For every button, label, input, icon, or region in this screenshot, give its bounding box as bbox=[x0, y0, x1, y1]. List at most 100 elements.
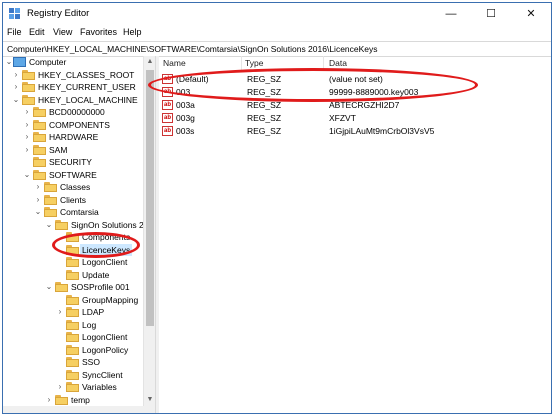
expand-icon[interactable]: › bbox=[12, 81, 20, 93]
folder-icon bbox=[55, 282, 68, 292]
folder-icon bbox=[66, 269, 79, 280]
value-row-003g[interactable]: ab 003g REG_SZ XFZVT bbox=[159, 112, 551, 124]
expand-icon[interactable]: › bbox=[56, 306, 64, 318]
menu-edit[interactable]: Edit bbox=[29, 27, 45, 37]
tree-item-label: LicenceKeys bbox=[80, 243, 133, 256]
value-data: XFZVT bbox=[329, 113, 356, 123]
value-row-003s[interactable]: ab 003s REG_SZ 1iGjpiLAuMt9mCrbOl3VsV5 bbox=[159, 125, 551, 137]
value-type: REG_SZ bbox=[247, 113, 282, 123]
tree-item-label: SignOn Solutions 2 bbox=[71, 219, 144, 230]
folder-icon bbox=[66, 294, 79, 305]
folder-icon bbox=[33, 132, 46, 142]
column-header-type[interactable]: Type bbox=[245, 58, 263, 68]
folder-icon bbox=[66, 307, 79, 317]
column-header-name[interactable]: Name bbox=[163, 58, 186, 68]
tree-item-label: HKEY_LOCAL_MACHINE bbox=[38, 94, 138, 105]
string-value-icon: ab bbox=[162, 126, 173, 136]
value-name: 003a bbox=[176, 100, 195, 110]
tree-item-label: SAM bbox=[49, 144, 68, 155]
value-data: ABTECRGZHI2D7 bbox=[329, 100, 400, 110]
close-button[interactable]: ✕ bbox=[511, 3, 551, 25]
tree-item-label: LogonClient bbox=[82, 257, 128, 267]
tree-item-label: SyncClient bbox=[82, 369, 123, 380]
registry-editor-icon bbox=[9, 8, 20, 19]
tree-item-label: LogonClient bbox=[82, 332, 128, 342]
string-value-icon: ab bbox=[162, 87, 173, 97]
string-value-icon: ab bbox=[162, 74, 173, 84]
column-header-data[interactable]: Data bbox=[329, 58, 347, 68]
expand-icon[interactable]: › bbox=[56, 381, 64, 393]
collapse-icon[interactable]: ⌄ bbox=[23, 169, 31, 181]
menu-file[interactable]: File bbox=[7, 27, 22, 37]
tree-item-label: SECURITY bbox=[49, 157, 92, 167]
tree-item-label: Computer bbox=[29, 57, 67, 67]
expand-icon[interactable]: ⌄ bbox=[5, 56, 13, 68]
column-separator[interactable] bbox=[323, 56, 324, 70]
string-value-icon: ab bbox=[162, 100, 173, 110]
value-name: (Default) bbox=[176, 74, 209, 84]
title-bar[interactable]: Registry Editor — ☐ ✕ bbox=[3, 3, 551, 25]
folder-icon bbox=[66, 332, 79, 342]
tree-item-label: Log bbox=[82, 319, 97, 330]
collapse-icon[interactable]: ⌄ bbox=[45, 219, 53, 231]
collapse-icon[interactable]: ⌄ bbox=[12, 94, 20, 106]
expand-icon[interactable]: › bbox=[34, 181, 42, 193]
menu-bar: File Edit View Favorites Help bbox=[3, 25, 551, 41]
expand-icon[interactable]: › bbox=[23, 144, 31, 156]
window-title: Registry Editor bbox=[27, 8, 90, 19]
value-row-default[interactable]: ab (Default) REG_SZ (value not set) bbox=[159, 73, 551, 85]
tree-item-label: Clients bbox=[60, 194, 86, 205]
folder-icon bbox=[66, 244, 79, 255]
folder-icon bbox=[66, 382, 79, 392]
column-separator[interactable] bbox=[241, 56, 242, 70]
expand-icon[interactable]: › bbox=[23, 106, 31, 118]
folder-icon bbox=[22, 69, 35, 80]
value-name: 003 bbox=[176, 87, 191, 97]
string-value-icon: ab bbox=[162, 113, 173, 123]
computer-icon bbox=[13, 57, 26, 67]
folder-icon bbox=[66, 369, 79, 380]
tree-horizontal-scrollbar[interactable] bbox=[3, 406, 155, 413]
value-type: REG_SZ bbox=[247, 74, 282, 84]
menu-view[interactable]: View bbox=[53, 27, 72, 37]
menu-help[interactable]: Help bbox=[123, 27, 142, 37]
expand-icon[interactable]: › bbox=[45, 394, 53, 406]
tree-item-label: HKEY_CURRENT_USER bbox=[38, 82, 136, 92]
expand-icon[interactable]: › bbox=[34, 194, 42, 206]
folder-icon bbox=[44, 194, 57, 205]
address-bar[interactable]: Computer\HKEY_LOCAL_MACHINE\SOFTWARE\Com… bbox=[3, 41, 551, 57]
value-row-003[interactable]: ab 003 REG_SZ 99999-8889000.key003 bbox=[159, 86, 551, 98]
menu-favorites[interactable]: Favorites bbox=[80, 27, 117, 37]
folder-icon bbox=[44, 207, 57, 217]
folder-icon bbox=[66, 232, 79, 242]
tree-item-label: SOSProfile 001 bbox=[71, 282, 130, 292]
value-data: 99999-8889000.key003 bbox=[329, 87, 419, 97]
expand-icon[interactable]: › bbox=[12, 69, 20, 81]
collapse-icon[interactable]: ⌄ bbox=[34, 206, 42, 218]
tree-item-label: LDAP bbox=[82, 307, 105, 317]
registry-editor-window: Registry Editor — ☐ ✕ File Edit View Fav… bbox=[2, 2, 552, 414]
folder-icon bbox=[55, 219, 68, 230]
tree-item-label: GroupMapping bbox=[82, 294, 139, 305]
folder-icon bbox=[66, 344, 79, 355]
folder-icon bbox=[33, 107, 46, 117]
folder-icon bbox=[55, 394, 68, 405]
value-name: 003g bbox=[176, 113, 195, 123]
tree-item-label: SOFTWARE bbox=[49, 169, 97, 180]
tree-item-label: Components bbox=[82, 232, 131, 242]
tree-item-label: Comtarsia bbox=[60, 207, 99, 217]
tree-item-label: temp bbox=[71, 394, 90, 405]
tree-item-label: LogonPolicy bbox=[82, 344, 129, 355]
folder-icon bbox=[33, 119, 46, 130]
address-path[interactable]: Computer\HKEY_LOCAL_MACHINE\SOFTWARE\Com… bbox=[7, 44, 378, 54]
collapse-icon[interactable]: ⌄ bbox=[45, 281, 53, 293]
expand-icon[interactable]: › bbox=[23, 119, 31, 131]
folder-icon bbox=[33, 169, 46, 180]
maximize-button[interactable]: ☐ bbox=[471, 3, 511, 25]
value-row-003a[interactable]: ab 003a REG_SZ ABTECRGZHI2D7 bbox=[159, 99, 551, 111]
scroll-thumb[interactable] bbox=[146, 70, 154, 326]
folder-icon bbox=[66, 357, 79, 367]
folder-icon bbox=[66, 257, 79, 267]
expand-icon[interactable]: › bbox=[23, 131, 31, 143]
minimize-button[interactable]: — bbox=[431, 3, 471, 25]
